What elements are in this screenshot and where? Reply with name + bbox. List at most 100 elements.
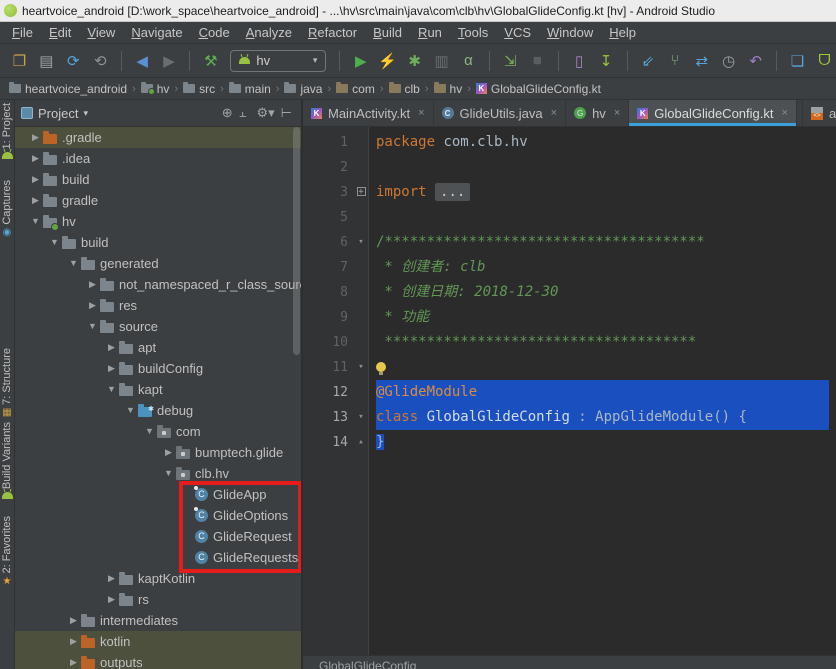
- breadcrumb-hv[interactable]: hv: [138, 81, 173, 97]
- breadcrumb-hv[interactable]: hv: [431, 81, 466, 97]
- forward-icon[interactable]: ▶: [158, 49, 181, 73]
- code-line-13[interactable]: class GlobalGlideConfig : AppGlideModule…: [369, 405, 836, 430]
- breadcrumb-clb[interactable]: clb: [386, 81, 423, 97]
- fold-marker-icon[interactable]: +: [354, 180, 368, 205]
- tab-globalglideconfig-kt[interactable]: KGlobalGlideConfig.kt×: [629, 100, 797, 126]
- menu-navigate[interactable]: Navigate: [123, 23, 190, 42]
- refresh-icon[interactable]: ⟲: [89, 49, 112, 73]
- code-line-6[interactable]: /**************************************: [369, 230, 836, 255]
- breadcrumb-heartvoice-android[interactable]: heartvoice_android: [6, 81, 130, 97]
- tree-item-glideoptions[interactable]: CGlideOptions: [15, 505, 301, 526]
- menu-file[interactable]: File: [4, 23, 41, 42]
- back-icon[interactable]: ◀: [131, 49, 154, 73]
- code-line-12[interactable]: @GlideModule: [369, 380, 836, 405]
- tree-item-generated[interactable]: ▼generated: [15, 253, 301, 274]
- stripe-button-captures[interactable]: Captures◉: [1, 180, 13, 238]
- tab-mainactivity-kt[interactable]: KMainActivity.kt×: [303, 100, 434, 126]
- tree-item-not-namespaced-r-class-source[interactable]: ▶not_namespaced_r_class_source: [15, 274, 301, 295]
- tree-item-kotlin[interactable]: ▶kotlin: [15, 631, 301, 652]
- stripe-button-7-structure[interactable]: 7: Structure▦: [1, 348, 13, 418]
- sync-gradle-icon[interactable]: ⟳: [62, 49, 85, 73]
- code-line-9[interactable]: * 功能: [369, 305, 836, 330]
- tree-item-gradle[interactable]: ▶.gradle: [15, 127, 301, 148]
- code-line-5[interactable]: [369, 205, 836, 230]
- fold-marker-icon[interactable]: ▾: [354, 230, 368, 255]
- menu-code[interactable]: Code: [191, 23, 238, 42]
- menu-vcs[interactable]: VCS: [496, 23, 539, 42]
- vcs-share-icon[interactable]: ⑂: [663, 49, 686, 73]
- title-bar[interactable]: heartvoice_android [D:\work_space\heartv…: [0, 0, 836, 22]
- tree-item-hv[interactable]: ▼hv: [15, 211, 301, 232]
- tree-item-intermediates[interactable]: ▶intermediates: [15, 610, 301, 631]
- menu-run[interactable]: Run: [410, 23, 450, 42]
- menu-analyze[interactable]: Analyze: [238, 23, 300, 42]
- code-line-7[interactable]: * 创建者: clb: [369, 255, 836, 280]
- code-line-11[interactable]: [369, 355, 836, 380]
- tree-item-res[interactable]: ▶res: [15, 295, 301, 316]
- breadcrumb-com[interactable]: com: [333, 81, 378, 97]
- breadcrumb-main[interactable]: main: [226, 81, 274, 97]
- intention-bulb-icon[interactable]: [376, 362, 386, 372]
- tree-item-build[interactable]: ▶build: [15, 169, 301, 190]
- layout-inspector-icon[interactable]: ❏: [786, 49, 809, 73]
- code-line-8[interactable]: * 创建日期: 2018-12-30: [369, 280, 836, 305]
- vcs-history-icon[interactable]: ◷: [717, 49, 740, 73]
- menu-edit[interactable]: Edit: [41, 23, 79, 42]
- tree-item-apt[interactable]: ▶apt: [15, 337, 301, 358]
- vcs-compare-icon[interactable]: ⇄: [690, 49, 713, 73]
- menu-build[interactable]: Build: [365, 23, 410, 42]
- tree-item-kapt[interactable]: ▼kapt: [15, 379, 301, 400]
- tree-item-debug[interactable]: ▼debug: [15, 400, 301, 421]
- editor-breadcrumb-item[interactable]: GlobalGlideConfig: [319, 659, 416, 669]
- stripe-button-build-variants[interactable]: Build Variants: [1, 422, 13, 499]
- tree-item-source[interactable]: ▼source: [15, 316, 301, 337]
- make-project-icon[interactable]: ⚒: [199, 49, 222, 73]
- code-line-2[interactable]: [369, 155, 836, 180]
- code-editor[interactable]: 123+56▾7891011▾1213▾14▴ package com.clb.…: [303, 127, 836, 655]
- tree-item-glideapp[interactable]: CGlideApp: [15, 484, 301, 505]
- tab-close-icon[interactable]: ×: [551, 107, 557, 119]
- locate-icon[interactable]: ⊕: [219, 105, 236, 120]
- collapse-all-icon[interactable]: ⫠: [236, 105, 250, 120]
- stripe-button-2-favorites[interactable]: 2: Favorites★: [1, 516, 13, 586]
- tree-item-idea[interactable]: ▶.idea: [15, 148, 301, 169]
- breadcrumb-src[interactable]: src: [180, 81, 218, 97]
- open-file-icon[interactable]: ❐: [8, 49, 31, 73]
- tab-close-icon[interactable]: ×: [781, 107, 787, 119]
- vcs-update-icon[interactable]: ⇙: [636, 49, 659, 73]
- code-line-10[interactable]: *************************************: [369, 330, 836, 355]
- settings-gear-icon[interactable]: ⚙▾: [253, 105, 277, 120]
- stripe-button-1-project[interactable]: 1: Project: [1, 103, 13, 159]
- run-config-dropdown[interactable]: hv▾: [230, 50, 326, 72]
- tab-close-icon[interactable]: ×: [614, 107, 620, 119]
- code-line-3[interactable]: import ...: [369, 180, 836, 205]
- tab-a[interactable]: a: [802, 100, 836, 126]
- breadcrumb-globalglideconfig-kt[interactable]: KGlobalGlideConfig.kt: [473, 81, 604, 97]
- stop-icon[interactable]: ■: [526, 49, 549, 73]
- code-line-14[interactable]: }: [369, 430, 836, 455]
- tree-scrollbar[interactable]: [293, 127, 300, 355]
- tree-item-buildconfig[interactable]: ▶buildConfig: [15, 358, 301, 379]
- tree-item-gradle[interactable]: ▶gradle: [15, 190, 301, 211]
- apply-changes-icon[interactable]: ⚡: [376, 49, 399, 73]
- sdk-manager-icon[interactable]: ↧: [595, 49, 618, 73]
- fold-marker-icon[interactable]: ▾: [354, 355, 368, 380]
- menu-refactor[interactable]: Refactor: [300, 23, 365, 42]
- code-line-1[interactable]: package com.clb.hv: [369, 130, 836, 155]
- hide-panel-icon[interactable]: ⊢: [278, 105, 295, 120]
- tree-item-rs[interactable]: ▶rs: [15, 589, 301, 610]
- tree-item-outputs[interactable]: ▶outputs: [15, 652, 301, 669]
- tree-item-gliderequests[interactable]: CGlideRequests: [15, 547, 301, 568]
- tree-item-com[interactable]: ▼com: [15, 421, 301, 442]
- device-pair-icon[interactable]: ᗜ: [813, 49, 836, 73]
- tree-item-gliderequest[interactable]: CGlideRequest: [15, 526, 301, 547]
- project-panel-title[interactable]: Project: [38, 106, 78, 121]
- save-all-icon[interactable]: ▤: [35, 49, 58, 73]
- project-title-caret-icon[interactable]: ▾: [83, 108, 88, 119]
- menu-tools[interactable]: Tools: [450, 23, 496, 42]
- profile-icon[interactable]: ▥: [430, 49, 453, 73]
- code-area[interactable]: package com.clb.hv import ... /***********…: [369, 127, 836, 655]
- breadcrumb-java[interactable]: java: [281, 81, 325, 97]
- menu-view[interactable]: View: [79, 23, 123, 42]
- vcs-revert-icon[interactable]: ↶: [744, 49, 767, 73]
